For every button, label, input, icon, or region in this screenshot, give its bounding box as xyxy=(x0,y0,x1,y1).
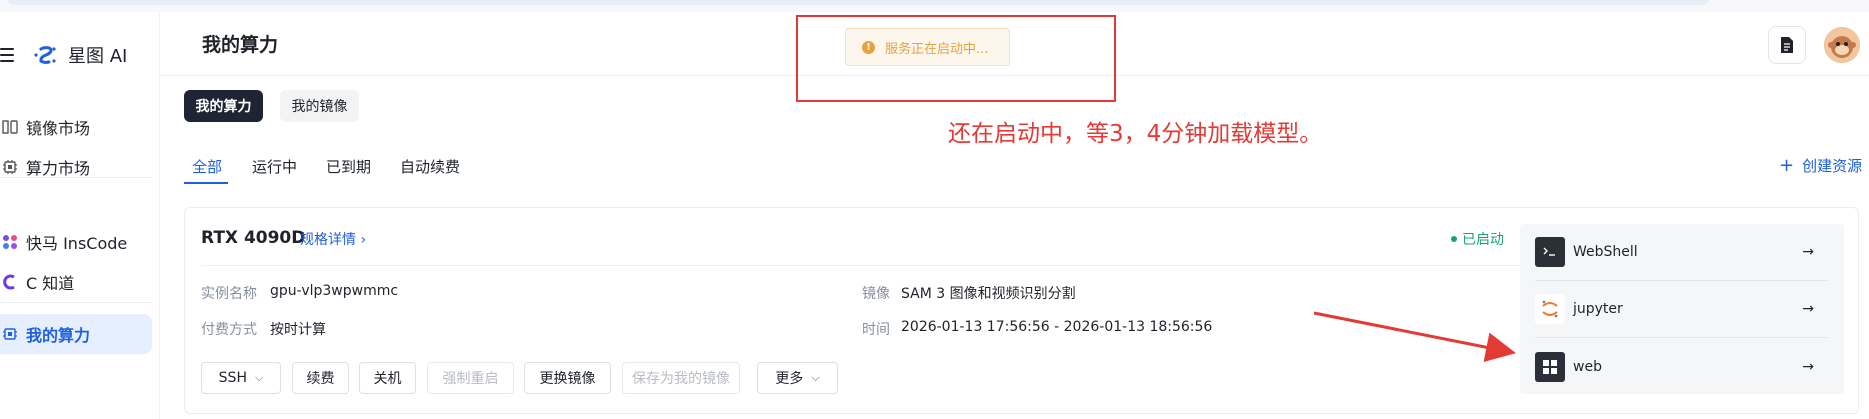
sidebar-item-my-compute[interactable]: 我的算力 xyxy=(0,314,152,354)
address-bar-edge xyxy=(8,0,1709,5)
web-label: web xyxy=(1573,358,1602,375)
ssh-dropdown-button[interactable]: SSH ⌵ xyxy=(201,362,281,394)
arrow-right-icon: → xyxy=(1802,301,1814,317)
jupyter-label: jupyter xyxy=(1573,301,1623,317)
page-title: 我的算力 xyxy=(202,34,279,56)
tab-auto-renew[interactable]: 自动续费 xyxy=(400,156,460,177)
tab-running[interactable]: 运行中 xyxy=(252,156,297,177)
sidebar-item-label: 我的算力 xyxy=(26,326,91,345)
arrow-right-icon: → xyxy=(1802,244,1814,260)
status-badge: 已启动 xyxy=(1451,229,1504,249)
gpu-model: RTX 4090D xyxy=(201,228,306,248)
inscode-icon xyxy=(0,232,20,252)
billing-value: 按时计算 xyxy=(270,322,326,338)
webshell-label: WebShell xyxy=(1573,244,1638,260)
c-zhidao-icon xyxy=(0,272,20,292)
more-dropdown-button[interactable]: 更多 ⌵ xyxy=(757,362,838,394)
image-value: SAM 3 图像和视频识别分割 xyxy=(901,286,1076,302)
sidebar-item-c-zhidao[interactable]: C 知道 xyxy=(0,262,152,302)
sidebar: 星图 AI 镜像市场 算力市场 快马 InsCode C 知道 我的算力 xyxy=(0,12,160,419)
create-resource-label: 创建资源 xyxy=(1802,157,1863,175)
card-divider xyxy=(201,265,1523,266)
image-market-icon xyxy=(0,117,20,137)
tab-all[interactable]: 全部 xyxy=(192,156,222,177)
webshell-link[interactable]: WebShell → xyxy=(1535,224,1828,281)
sidebar-divider xyxy=(0,302,152,303)
instance-card: RTX 4090D 规格详情 › 已启动 实例名称 gpu-vlp3wpwmmc… xyxy=(184,207,1859,414)
shutdown-button[interactable]: 关机 xyxy=(359,362,416,394)
time-label: 时间 xyxy=(862,322,890,338)
compute-market-icon xyxy=(0,157,20,177)
browser-top-strip xyxy=(0,0,1869,12)
instance-name-label: 实例名称 xyxy=(201,286,257,302)
tab-expired[interactable]: 已到期 xyxy=(326,156,371,177)
change-image-button[interactable]: 更换镜像 xyxy=(524,362,611,394)
create-resource-button[interactable]: + 创建资源 xyxy=(1779,155,1862,176)
sidebar-item-label: 算力市场 xyxy=(26,159,91,178)
sidebar-item-label: 镜像市场 xyxy=(26,119,91,138)
instance-name-value: gpu-vlp3wpwmmc xyxy=(270,283,399,299)
image-label: 镜像 xyxy=(862,286,890,302)
docs-button[interactable] xyxy=(1768,26,1806,64)
save-as-my-image-button[interactable]: 保存为我的镜像 xyxy=(622,362,740,394)
chevron-down-icon: ⌵ xyxy=(254,371,264,384)
sidebar-item-compute-market[interactable]: 算力市场 xyxy=(0,147,152,187)
web-link[interactable]: web → xyxy=(1535,338,1828,395)
active-tab-underline xyxy=(184,182,228,184)
annotation-highlight-box xyxy=(796,15,1116,102)
my-compute-icon xyxy=(0,324,20,344)
arrow-right-icon: → xyxy=(1802,358,1814,375)
sidebar-item-inscode[interactable]: 快马 InsCode xyxy=(0,222,152,262)
chevron-down-icon: ⌵ xyxy=(811,371,820,384)
brand-name: 星图 AI xyxy=(68,46,128,67)
access-links-panel: WebShell → jupyter → web → xyxy=(1520,224,1844,394)
sidebar-item-label: C 知道 xyxy=(26,274,75,293)
force-restart-button[interactable]: 强制重启 xyxy=(427,362,514,394)
web-app-icon xyxy=(1535,351,1565,382)
annotation-text: 还在启动中，等3，4分钟加载模型。 xyxy=(948,121,1323,147)
sidebar-item-image-market[interactable]: 镜像市场 xyxy=(0,107,152,147)
billing-label: 付费方式 xyxy=(201,322,257,338)
document-icon xyxy=(1781,37,1793,53)
monkey-avatar-icon xyxy=(1824,27,1860,63)
xingtu-logo-icon xyxy=(34,46,56,64)
segment-my-compute[interactable]: 我的算力 xyxy=(184,90,263,122)
plus-icon: + xyxy=(1779,154,1795,176)
jupyter-link[interactable]: jupyter → xyxy=(1535,281,1828,338)
terminal-icon xyxy=(1535,237,1565,267)
spec-details-link[interactable]: 规格详情 › xyxy=(300,229,366,249)
segment-my-images[interactable]: 我的镜像 xyxy=(280,90,359,122)
avatar[interactable] xyxy=(1824,27,1860,63)
status-dot-icon xyxy=(1451,236,1457,242)
sidebar-divider xyxy=(0,177,152,178)
hamburger-menu-icon[interactable] xyxy=(0,48,18,62)
renew-button[interactable]: 续费 xyxy=(292,362,349,394)
brand: 星图 AI xyxy=(0,40,127,70)
jupyter-icon xyxy=(1535,294,1565,324)
sidebar-item-label: 快马 InsCode xyxy=(26,234,128,253)
time-value: 2026-01-13 17:56:56 - 2026-01-13 18:56:5… xyxy=(901,319,1213,335)
